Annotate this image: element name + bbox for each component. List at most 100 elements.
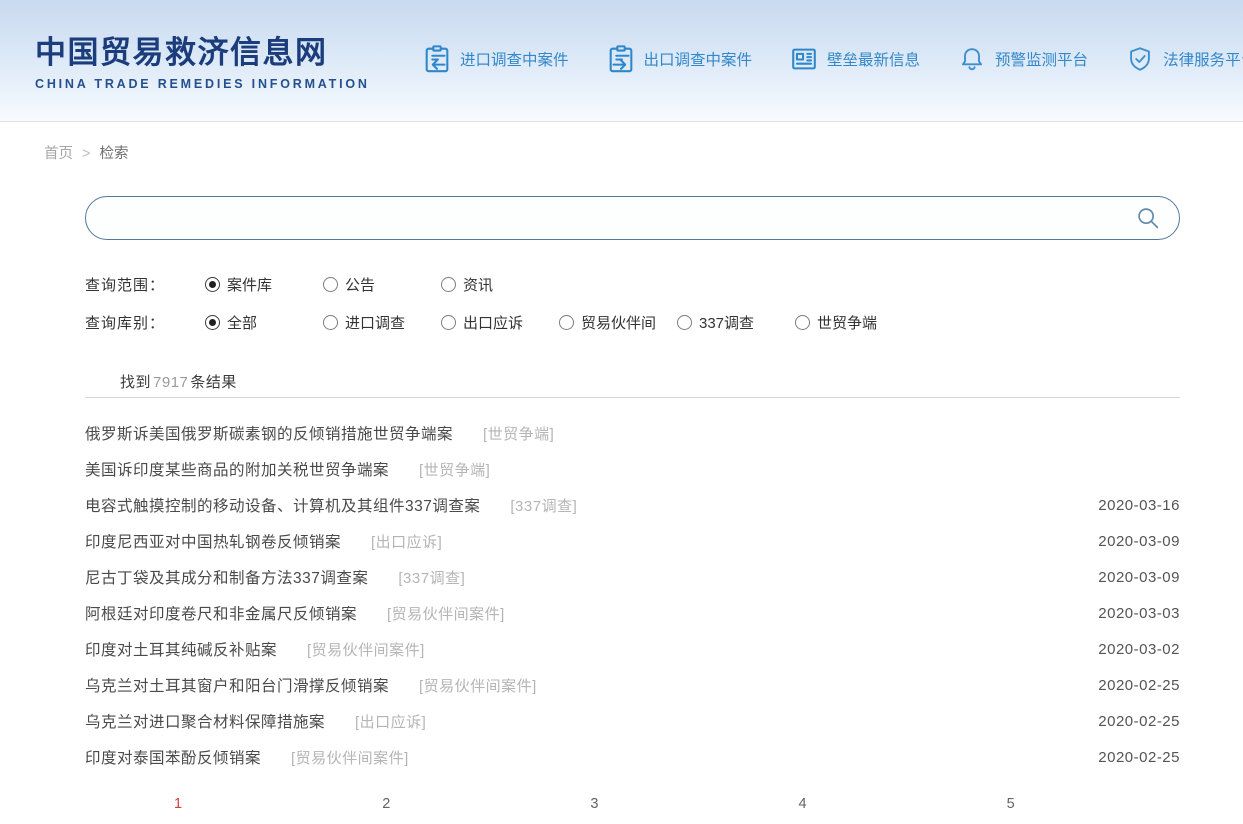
result-title-link[interactable]: 电容式触摸控制的移动设备、计算机及其组件337调查案 [85, 494, 480, 516]
results-count-suffix: 条结果 [190, 374, 237, 391]
radio-label: 337调查 [699, 312, 754, 333]
radio-dot-icon [441, 277, 456, 292]
result-category-tag: [贸易伙伴间案件] [387, 603, 505, 624]
pagination: 首页 上一页 1 2 3 4 5 下一页 末页 共792页 [0, 796, 1243, 824]
result-row: 印度对土耳其纯碱反补贴案 [贸易伙伴间案件] 2020-03-02 [85, 631, 1180, 667]
radio-dot-icon [323, 277, 338, 292]
radio-case-library[interactable]: 案件库 [205, 274, 323, 295]
radio-label: 全部 [227, 312, 257, 333]
result-row: 尼古丁袋及其成分和制备方法337调查案 [337调查] 2020-03-09 [85, 559, 1180, 595]
result-date: 2020-03-09 [1098, 533, 1180, 550]
results-divider [85, 397, 1180, 398]
radio-trade-partners[interactable]: 贸易伙伴间 [559, 312, 677, 333]
nav-item-barrier-news[interactable]: 壁垒最新信息 [789, 44, 920, 74]
pagination-page-5[interactable]: 5 [922, 796, 1100, 824]
result-category-tag: [贸易伙伴间案件] [291, 747, 409, 768]
result-row: 乌克兰对进口聚合材料保障措施案 [出口应诉] 2020-02-25 [85, 703, 1180, 739]
search-bar [85, 196, 1180, 240]
nav-item-import-cases[interactable]: 进口调查中案件 [422, 44, 569, 74]
nav-item-label: 预警监测平台 [995, 48, 1088, 70]
result-category-tag: [贸易伙伴间案件] [307, 639, 425, 660]
bell-icon [957, 44, 987, 74]
pagination-page-3[interactable]: 3 [505, 796, 683, 824]
radio-label: 贸易伙伴间 [581, 312, 656, 333]
nav-item-export-cases[interactable]: 出口调查中案件 [606, 44, 753, 74]
radio-label: 进口调查 [345, 312, 405, 333]
clipboard-arrow-right-icon [606, 44, 636, 74]
search-input[interactable] [85, 196, 1180, 240]
result-date: 2020-03-03 [1098, 605, 1180, 622]
results-count-number: 7917 [151, 374, 190, 391]
nav-item-label: 进口调查中案件 [460, 48, 569, 70]
result-title-link[interactable]: 阿根廷对印度卷尺和非金属尺反倾销案 [85, 602, 357, 624]
radio-dot-icon [795, 315, 810, 330]
radio-all[interactable]: 全部 [205, 312, 323, 333]
radio-dot-icon [323, 315, 338, 330]
result-category-tag: [出口应诉] [355, 711, 426, 732]
nav-item-legal-platform[interactable]: 法律服务平台 [1125, 44, 1243, 74]
pagination-page-4[interactable]: 4 [713, 796, 891, 824]
pagination-page-1[interactable]: 1 [89, 796, 267, 824]
nav-item-label: 出口调查中案件 [644, 48, 753, 70]
result-date: 2020-03-02 [1098, 641, 1180, 658]
radio-news[interactable]: 资讯 [441, 274, 559, 295]
results-count-prefix: 找到 [120, 374, 151, 391]
result-title-link[interactable]: 乌克兰对进口聚合材料保障措施案 [85, 710, 325, 732]
radio-337-investigation[interactable]: 337调查 [677, 312, 795, 333]
breadcrumb-separator: > [82, 146, 90, 162]
result-date: 2020-02-25 [1098, 713, 1180, 730]
breadcrumb: 首页 > 检索 [44, 142, 128, 163]
radio-export-response[interactable]: 出口应诉 [441, 312, 559, 333]
result-date: 2020-03-09 [1098, 569, 1180, 586]
breadcrumb-current: 检索 [99, 146, 128, 162]
result-row: 印度尼西亚对中国热轧钢卷反倾销案 [出口应诉] 2020-03-09 [85, 523, 1180, 559]
radio-label: 公告 [345, 274, 375, 295]
result-row: 俄罗斯诉美国俄罗斯碳素钢的反倾销措施世贸争端案 [世贸争端] [85, 415, 1180, 451]
result-title-link[interactable]: 美国诉印度某些商品的附加关税世贸争端案 [85, 458, 389, 480]
result-title-link[interactable]: 乌克兰对土耳其窗户和阳台门滑撑反倾销案 [85, 674, 389, 696]
site-title: 中国贸易救济信息网 [35, 27, 370, 72]
radio-dot-icon [677, 315, 692, 330]
header-nav: 进口调查中案件 出口调查中案件 [422, 36, 1243, 82]
search-icon[interactable] [1133, 203, 1163, 233]
radio-label: 世贸争端 [817, 312, 877, 333]
results-list: 俄罗斯诉美国俄罗斯碳素钢的反倾销措施世贸争端案 [世贸争端] 美国诉印度某些商品… [85, 415, 1180, 775]
result-category-tag: [世贸争端] [419, 459, 490, 480]
site-subtitle: CHINA TRADE REMEDIES INFORMATION [35, 77, 370, 91]
result-row: 阿根廷对印度卷尺和非金属尺反倾销案 [贸易伙伴间案件] 2020-03-03 [85, 595, 1180, 631]
result-category-tag: [出口应诉] [371, 531, 442, 552]
filter-label-library: 查询库别： [85, 312, 205, 333]
pagination-page-2[interactable]: 2 [297, 796, 475, 824]
radio-announcements[interactable]: 公告 [323, 274, 441, 295]
result-title-link[interactable]: 印度对土耳其纯碱反补贴案 [85, 638, 277, 660]
result-title-link[interactable]: 尼古丁袋及其成分和制备方法337调查案 [85, 566, 368, 588]
shield-check-icon [1125, 44, 1155, 74]
result-category-tag: [贸易伙伴间案件] [419, 675, 537, 696]
filter-row-library: 查询库别： 全部 进口调查 出口应诉 贸易伙伴间 337调查 世贸争端 [85, 312, 913, 332]
result-date: 2020-02-25 [1098, 677, 1180, 694]
result-category-tag: [337调查] [510, 495, 577, 516]
result-date: 2020-02-25 [1098, 749, 1180, 766]
radio-dot-icon [559, 315, 574, 330]
result-date: 2020-03-16 [1098, 497, 1180, 514]
radio-dot-icon [205, 277, 220, 292]
site-logo[interactable]: 中国贸易救济信息网 CHINA TRADE REMEDIES INFORMATI… [35, 27, 370, 91]
results-count: 找到7917条结果 [120, 371, 237, 392]
filter-label-scope: 查询范围： [85, 274, 205, 295]
result-title-link[interactable]: 印度尼西亚对中国热轧钢卷反倾销案 [85, 530, 341, 552]
result-title-link[interactable]: 俄罗斯诉美国俄罗斯碳素钢的反倾销措施世贸争端案 [85, 422, 453, 444]
result-title-link[interactable]: 印度对泰国苯酚反倾销案 [85, 746, 261, 768]
result-category-tag: [337调查] [398, 567, 465, 588]
result-row: 乌克兰对土耳其窗户和阳台门滑撑反倾销案 [贸易伙伴间案件] 2020-02-25 [85, 667, 1180, 703]
radio-wto-disputes[interactable]: 世贸争端 [795, 312, 913, 333]
page: 中国贸易救济信息网 CHINA TRADE REMEDIES INFORMATI… [0, 0, 1243, 824]
result-category-tag: [世贸争端] [483, 423, 554, 444]
nav-item-label: 法律服务平台 [1163, 48, 1243, 70]
radio-label: 出口应诉 [463, 312, 523, 333]
radio-dot-icon [205, 315, 220, 330]
breadcrumb-home[interactable]: 首页 [44, 146, 73, 162]
radio-label: 资讯 [463, 274, 493, 295]
result-row: 电容式触摸控制的移动设备、计算机及其组件337调查案 [337调查] 2020-… [85, 487, 1180, 523]
radio-import-investigation[interactable]: 进口调查 [323, 312, 441, 333]
nav-item-alert-platform[interactable]: 预警监测平台 [957, 44, 1088, 74]
